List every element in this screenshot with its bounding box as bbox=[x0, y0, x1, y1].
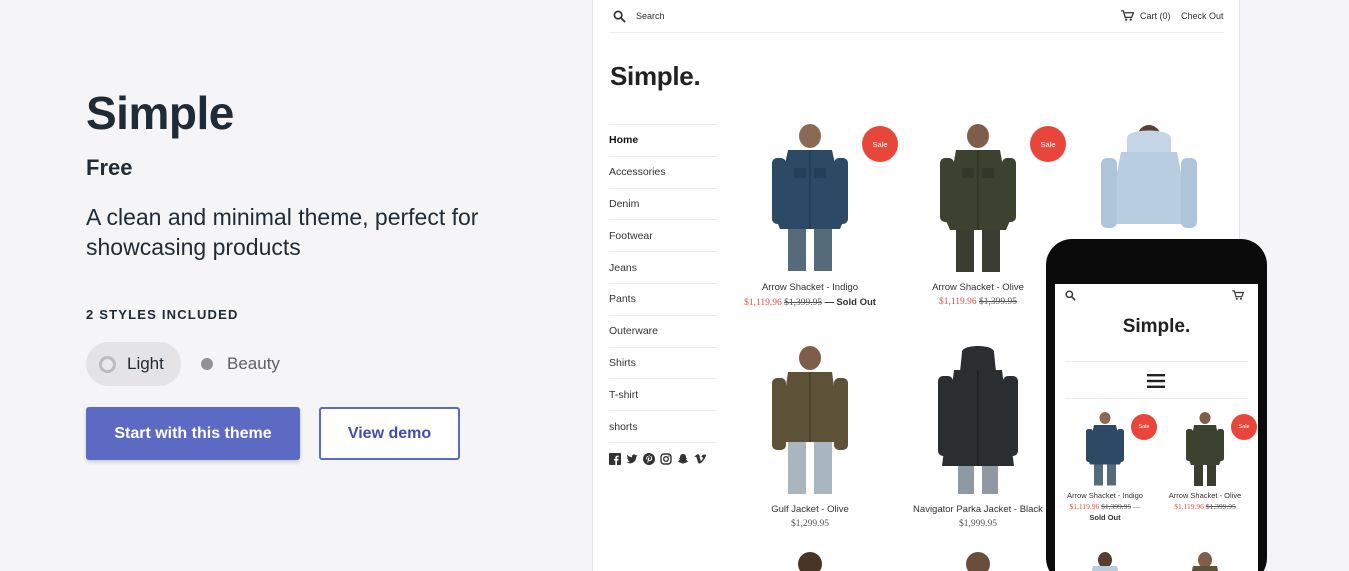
product-image[interactable]: Sale bbox=[750, 124, 898, 274]
sold-out-label: Sold Out bbox=[836, 297, 876, 308]
product-price: $1,119.96 $1,399.95 bbox=[1155, 502, 1255, 511]
nav-item-home[interactable]: Home bbox=[609, 125, 717, 157]
view-demo-button[interactable]: View demo bbox=[319, 407, 460, 460]
product-image[interactable]: Sale bbox=[1175, 412, 1257, 487]
product-photo bbox=[940, 124, 1016, 272]
start-with-theme-button[interactable]: Start with this theme bbox=[86, 407, 300, 460]
color-swatch-icon bbox=[201, 358, 213, 370]
mobile-product-card[interactable]: Sale Arrow Shacket - Indigo $1,119.96 $1… bbox=[1055, 412, 1157, 522]
product-photo bbox=[1186, 412, 1224, 486]
search-label[interactable]: Search bbox=[636, 11, 665, 21]
nav-item-outerware[interactable]: Outerware bbox=[609, 316, 717, 348]
product-image-partial bbox=[1191, 552, 1219, 571]
product-name[interactable]: Gulf Jacket - Olive bbox=[730, 504, 890, 515]
snapchat-icon[interactable] bbox=[677, 453, 689, 465]
nav-item-pants[interactable]: Pants bbox=[609, 284, 717, 316]
sale-price: $1,119.96 bbox=[938, 297, 977, 307]
product-image[interactable] bbox=[918, 346, 1038, 496]
product-price: $1,119.96 $1,399.95 bbox=[898, 297, 1058, 307]
style-option-beauty[interactable]: Beauty bbox=[198, 342, 298, 386]
product-name[interactable]: Arrow Shacket - Indigo bbox=[1055, 491, 1155, 500]
social-links bbox=[609, 453, 706, 465]
sale-badge: Sale bbox=[1131, 414, 1157, 440]
checkout-link[interactable]: Check Out bbox=[1181, 11, 1224, 21]
nav-item-shorts[interactable]: shorts bbox=[609, 411, 717, 443]
cart-icon[interactable] bbox=[1121, 10, 1134, 21]
sale-price: $1,119.96 bbox=[744, 298, 782, 308]
product-card[interactable]: Gulf Jacket - Olive $1,299.95 bbox=[730, 346, 890, 529]
divider bbox=[1065, 398, 1248, 399]
product-name[interactable]: Arrow Shacket - Indigo bbox=[730, 282, 890, 293]
product-image-partial bbox=[1091, 552, 1119, 571]
product-photo bbox=[772, 346, 848, 494]
nav-item-tshirt[interactable]: T-shirt bbox=[609, 379, 717, 412]
original-price: $1,399.95 bbox=[1205, 502, 1236, 511]
cart-icon[interactable] bbox=[1232, 290, 1244, 300]
sale-badge: Sale bbox=[1231, 414, 1257, 440]
theme-price: Free bbox=[86, 155, 133, 180]
product-name[interactable]: Navigator Parka Jacket - Black bbox=[898, 504, 1058, 515]
mobile-preview-device: Simple. Sale Arrow Shacket - Indigo $1,1… bbox=[1046, 239, 1267, 571]
theme-title: Simple bbox=[86, 87, 234, 139]
product-photo bbox=[938, 346, 1018, 494]
product-price: $1,999.95 bbox=[959, 519, 997, 529]
sale-badge: Sale bbox=[862, 126, 898, 162]
product-name[interactable]: Arrow Shacket - Olive bbox=[1155, 491, 1255, 500]
mobile-preview-screen: Simple. Sale Arrow Shacket - Indigo $1,1… bbox=[1055, 284, 1258, 571]
theme-description: A clean and minimal theme, perfect for s… bbox=[86, 204, 479, 260]
style-option-label: Beauty bbox=[227, 354, 280, 373]
instagram-icon[interactable] bbox=[660, 453, 672, 465]
price-separator: — bbox=[824, 297, 834, 308]
sale-badge: Sale bbox=[1030, 126, 1066, 162]
pinterest-icon[interactable] bbox=[643, 453, 655, 465]
preview-sidebar-nav: Home Accessories Denim Footwear Jeans Pa… bbox=[609, 124, 717, 443]
product-name[interactable]: Arrow Shacket - Olive bbox=[898, 282, 1058, 293]
nav-item-accessories[interactable]: Accessories bbox=[609, 157, 717, 189]
product-price: $1,119.96 $1,399.95 — Sold Out bbox=[730, 297, 890, 308]
product-image-partial bbox=[966, 552, 990, 571]
twitter-icon[interactable] bbox=[626, 453, 638, 465]
cart-link[interactable]: Cart (0) bbox=[1140, 11, 1171, 21]
sale-price: $1,119.96 bbox=[1069, 502, 1100, 511]
search-icon[interactable] bbox=[1065, 290, 1076, 301]
product-card[interactable]: Sale Arrow Shacket - Olive $1,119.96 $1,… bbox=[898, 124, 1066, 307]
search-icon[interactable] bbox=[613, 10, 626, 23]
product-image[interactable]: Sale bbox=[1075, 412, 1157, 487]
nav-item-jeans[interactable]: Jeans bbox=[609, 252, 717, 284]
original-price: $1,399.95 bbox=[979, 297, 1018, 307]
nav-item-shirts[interactable]: Shirts bbox=[609, 348, 717, 380]
hamburger-menu-icon[interactable] bbox=[1147, 374, 1165, 388]
facebook-icon[interactable] bbox=[609, 453, 621, 465]
nav-item-footwear[interactable]: Footwear bbox=[609, 220, 717, 253]
sale-price: $1,119.96 bbox=[1174, 502, 1204, 511]
original-price: $1,399.95 bbox=[784, 298, 823, 308]
product-image[interactable] bbox=[750, 346, 870, 496]
nav-item-denim[interactable]: Denim bbox=[609, 189, 717, 221]
product-card[interactable]: Navigator Parka Jacket - Black $1,999.95 bbox=[898, 346, 1058, 529]
product-card[interactable]: Sale Arrow Shacket - Indigo $1,119.96 $1… bbox=[730, 124, 898, 308]
style-option-label: Light bbox=[127, 354, 164, 373]
mobile-product-card[interactable]: Sale Arrow Shacket - Olive $1,119.96 $1,… bbox=[1155, 412, 1257, 511]
price-separator: — bbox=[1132, 502, 1141, 511]
mobile-store-logo[interactable]: Simple. bbox=[1055, 316, 1258, 338]
radio-selected-icon bbox=[99, 355, 116, 373]
product-photo bbox=[1086, 412, 1124, 486]
product-photo bbox=[772, 124, 848, 271]
divider bbox=[1065, 361, 1248, 362]
product-image-partial bbox=[798, 552, 822, 571]
store-logo[interactable]: Simple. bbox=[610, 61, 701, 92]
original-price: $1,399.95 bbox=[1101, 502, 1132, 511]
styles-heading: 2 STYLES INCLUDED bbox=[86, 307, 239, 322]
product-image[interactable]: Sale bbox=[918, 124, 1066, 274]
product-price: $1,119.96 $1,399.95 — bbox=[1055, 502, 1155, 511]
vimeo-icon[interactable] bbox=[694, 453, 706, 465]
sold-out-label: Sold Out bbox=[1089, 513, 1121, 522]
product-price: $1,299.95 bbox=[791, 519, 829, 529]
style-option-light[interactable]: Light bbox=[86, 342, 181, 386]
preview-header: Search Cart (0) Check Out bbox=[609, 0, 1224, 33]
